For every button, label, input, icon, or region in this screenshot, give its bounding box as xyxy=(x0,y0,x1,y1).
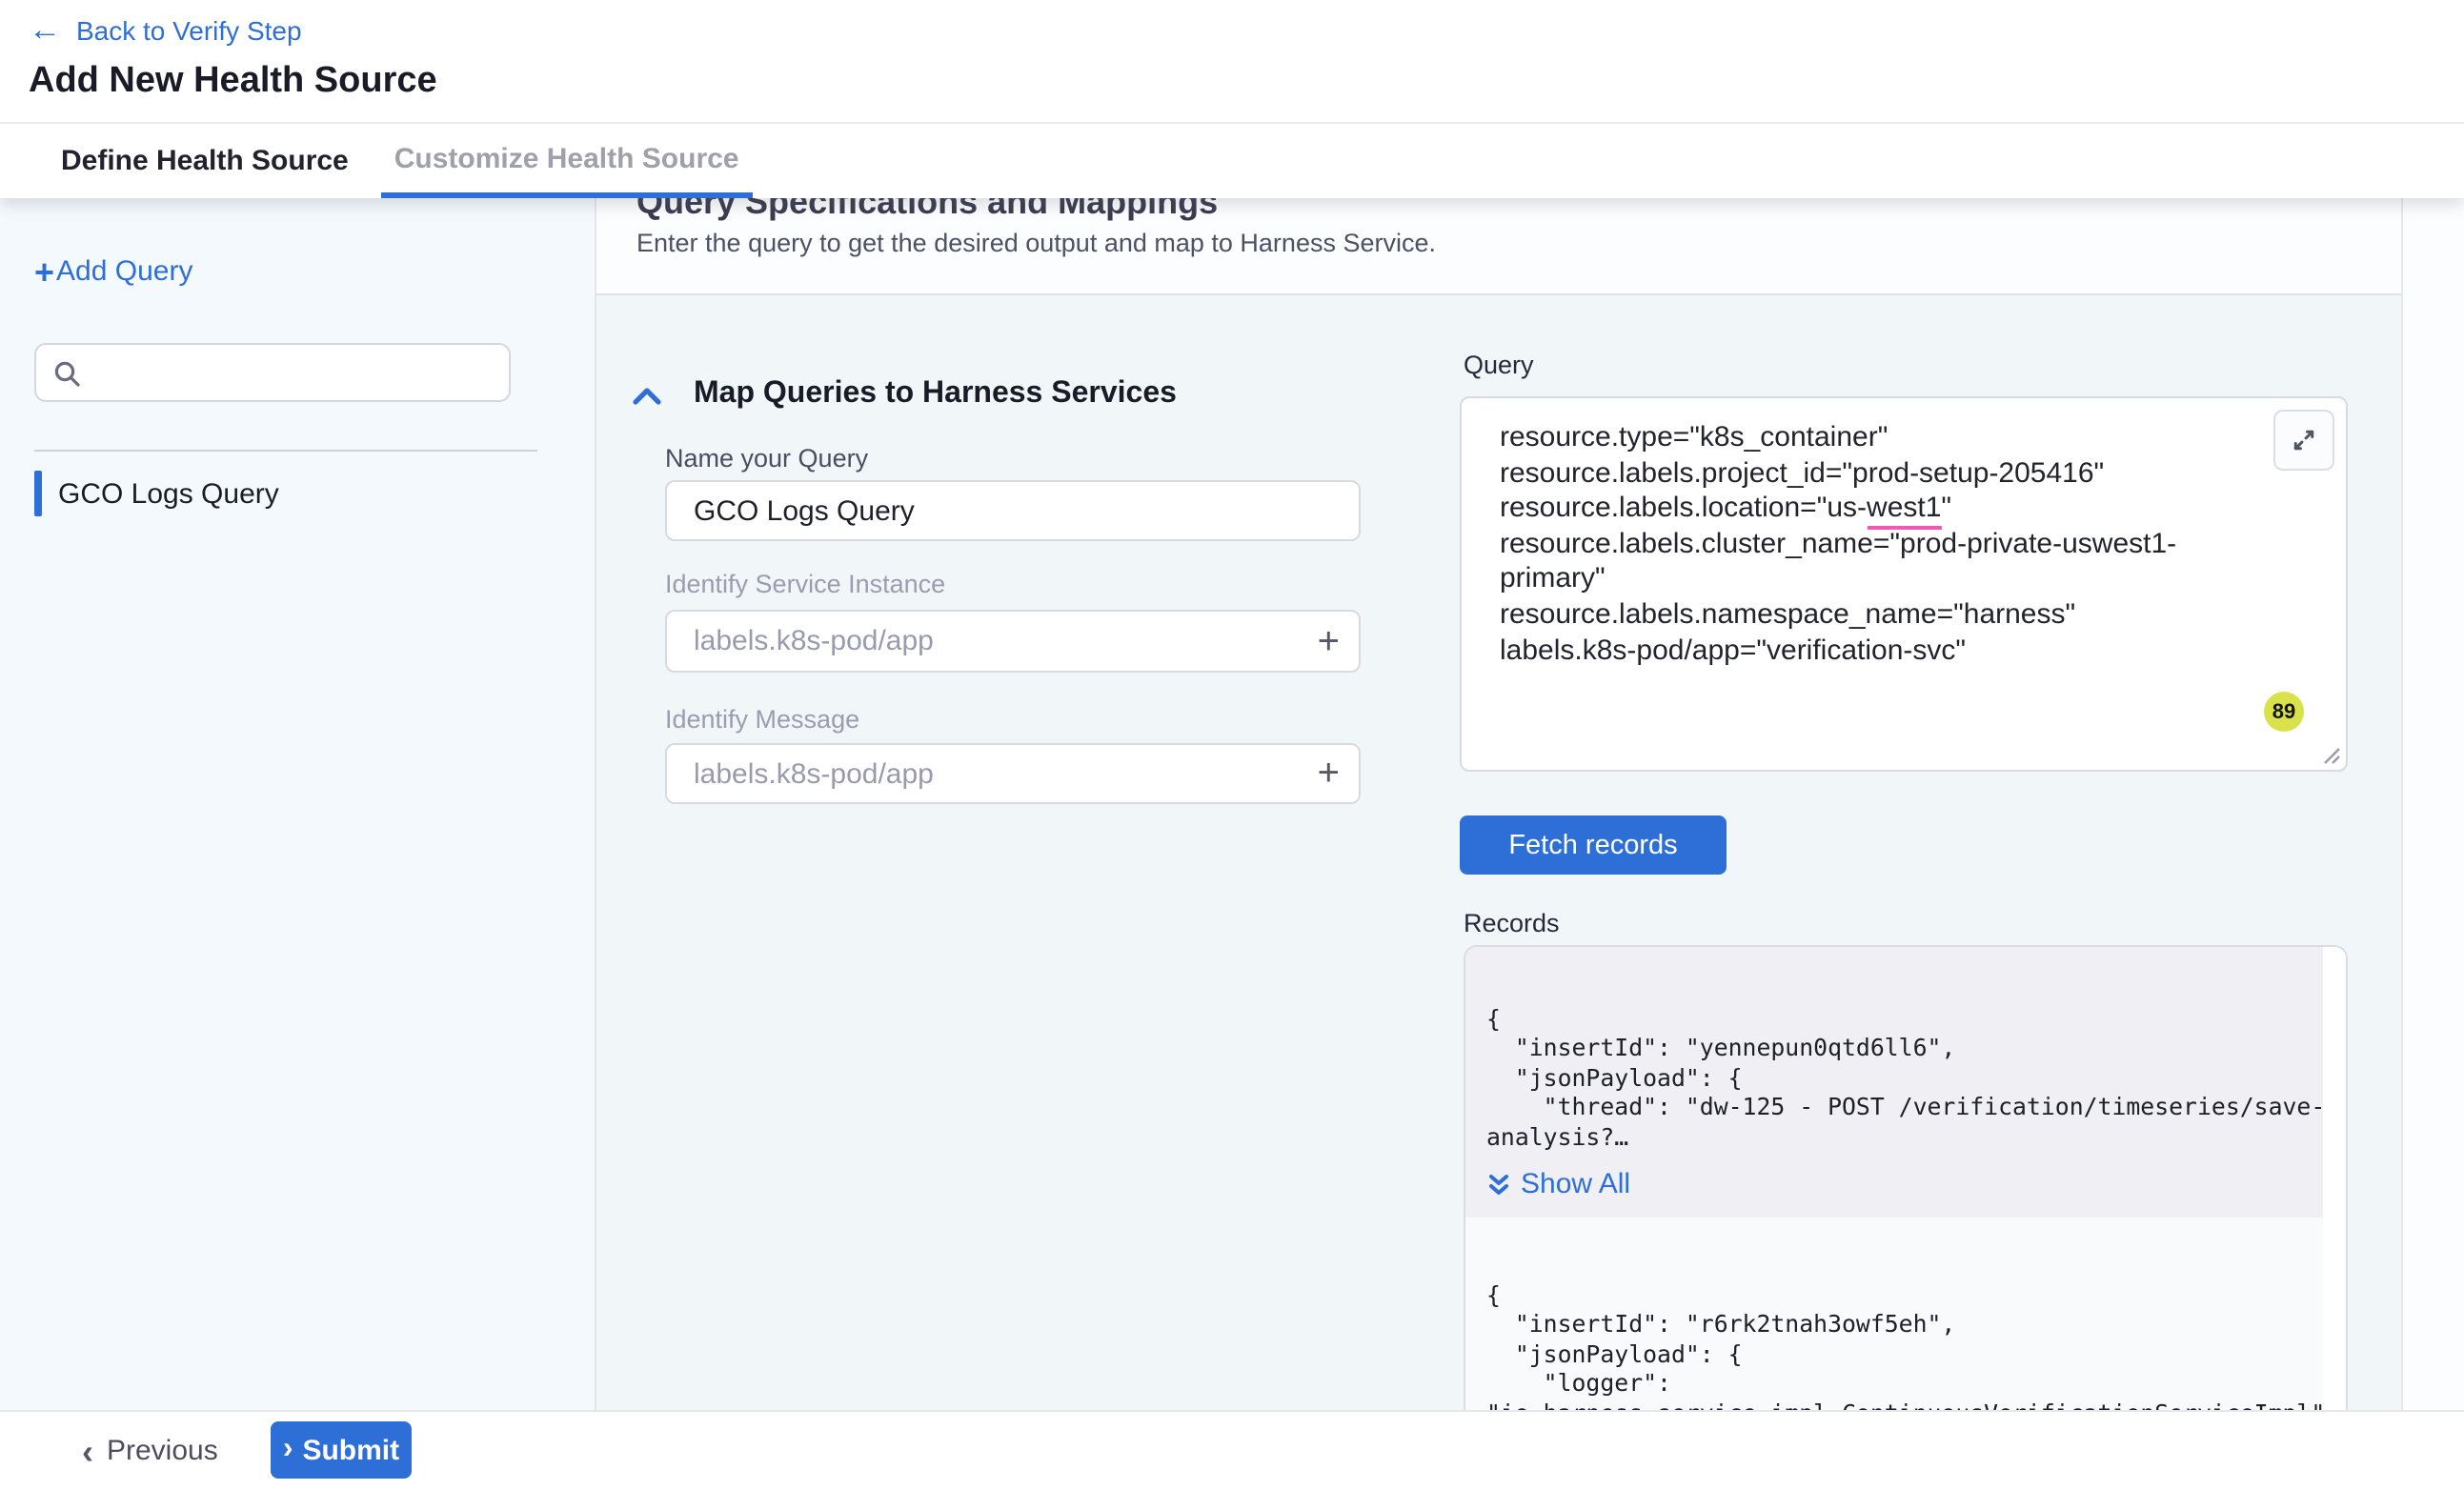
record-item: { "insertId": "yennepun0qtd6ll6", "jsonP… xyxy=(1465,947,2327,1218)
message-field: + xyxy=(665,743,1361,804)
previous-button[interactable]: ‹ Previous xyxy=(82,1412,218,1490)
show-all-label: Show All xyxy=(1521,1168,1630,1200)
map-queries-collapse-header[interactable]: Map Queries to Harness Services xyxy=(633,377,1177,412)
scrollbar-gutter[interactable] xyxy=(2401,198,2464,1410)
query-label: Query xyxy=(1464,351,1534,379)
section-subheading: Enter the query to get the desired outpu… xyxy=(636,229,1436,257)
add-health-source-page: ← Back to Verify Step Add New Health Sou… xyxy=(0,0,2464,1488)
expand-icon xyxy=(2291,427,2317,453)
query-line: resource.labels.location="us-west1" xyxy=(1500,492,2262,527)
plus-icon: + xyxy=(34,255,54,290)
header-divider xyxy=(0,122,2464,124)
add-service-instance-path-button[interactable]: + xyxy=(1318,622,1340,660)
back-link[interactable]: ← Back to Verify Step xyxy=(29,11,302,50)
record-json: { "insertId": "r6rk2tnah3owf5eh", "jsonP… xyxy=(1486,1280,2323,1410)
add-message-path-button[interactable]: + xyxy=(1318,755,1340,793)
records-scrollbar-track[interactable] xyxy=(2323,947,2346,1410)
identify-service-instance-label: Identify Service Instance xyxy=(665,570,945,598)
page-header: ← Back to Verify Step Add New Health Sou… xyxy=(0,0,2464,122)
selected-indicator-bar xyxy=(34,471,41,516)
name-your-query-label: Name your Query xyxy=(665,444,868,473)
add-query-button[interactable]: + Add Query xyxy=(34,255,192,290)
query-search-box xyxy=(34,343,511,402)
query-line: resource.labels.cluster_name="prod-priva… xyxy=(1500,528,2262,598)
query-line: resource.labels.project_id="prod-setup-2… xyxy=(1500,456,2262,492)
arrow-left-icon: ← xyxy=(29,11,61,50)
page-title: Add New Health Source xyxy=(29,61,437,103)
query-name-input[interactable] xyxy=(667,494,1359,527)
tab-bar: Define Health Source Customize Health So… xyxy=(0,124,2464,198)
char-count-badge: 89 xyxy=(2264,692,2304,732)
records-label: Records xyxy=(1464,909,1560,937)
show-all-link[interactable]: Show All xyxy=(1486,1168,2323,1200)
query-line: resource.type="k8s_container" xyxy=(1500,421,2262,456)
query-text: resource.type="k8s_container"resource.la… xyxy=(1500,421,2262,669)
records-panel: { "insertId": "yennepun0qtd6ll6", "jsonP… xyxy=(1464,945,2348,1410)
tab-define-health-source[interactable]: Define Health Source xyxy=(48,124,362,198)
sidebar-item-gco-logs-query[interactable]: GCO Logs Query xyxy=(34,469,568,518)
submit-label: Submit xyxy=(302,1434,399,1466)
expand-query-button[interactable] xyxy=(2273,410,2334,471)
chevron-up-icon xyxy=(633,387,661,406)
footer-bar: ‹ Previous › Submit xyxy=(0,1410,2464,1488)
service-instance-field: + xyxy=(665,610,1361,673)
fetch-records-button[interactable]: Fetch records xyxy=(1460,815,1727,875)
service-instance-input[interactable] xyxy=(667,625,1359,657)
back-link-label: Back to Verify Step xyxy=(76,11,302,50)
search-icon xyxy=(53,359,80,386)
query-editor[interactable]: resource.type="k8s_container"resource.la… xyxy=(1460,396,2348,772)
previous-label: Previous xyxy=(107,1435,218,1467)
query-line: labels.k8s-pod/app="verification-svc" xyxy=(1500,634,2262,669)
chevron-left-icon: ‹ xyxy=(82,1434,93,1468)
sidebar-divider xyxy=(34,450,537,452)
record-item: { "insertId": "r6rk2tnah3owf5eh", "jsonP… xyxy=(1465,1218,2327,1410)
message-input[interactable] xyxy=(667,757,1359,790)
identify-message-label: Identify Message xyxy=(665,705,859,734)
add-query-label: Add Query xyxy=(56,255,192,290)
query-name-field xyxy=(665,480,1361,541)
resize-handle[interactable] xyxy=(2323,747,2340,764)
query-line: resource.labels.namespace_name="harness" xyxy=(1500,598,2262,634)
map-queries-title: Map Queries to Harness Services xyxy=(694,377,1177,412)
submit-button[interactable]: › Submit xyxy=(271,1421,412,1479)
search-input[interactable] xyxy=(93,356,482,389)
record-json: { "insertId": "yennepun0qtd6ll6", "jsonP… xyxy=(1486,1004,2323,1151)
tab-customize-health-source[interactable]: Customize Health Source xyxy=(381,124,753,198)
double-chevron-down-icon xyxy=(1486,1171,1511,1198)
query-item-label: GCO Logs Query xyxy=(58,477,279,510)
chevron-right-icon: › xyxy=(283,1435,293,1465)
